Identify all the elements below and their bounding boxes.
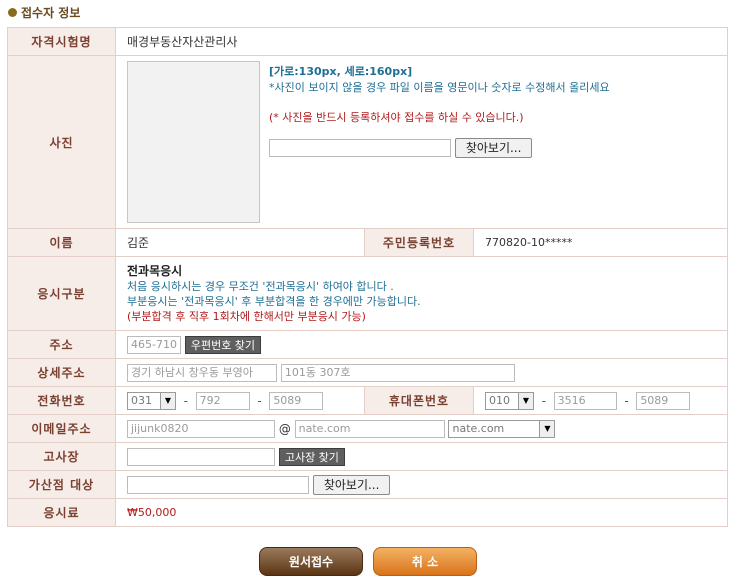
row-phone: 전화번호 031 ▼ - 792 - 5089 휴대폰번호 010 ▼ - 35… xyxy=(7,386,728,415)
phone-mid-input[interactable]: 792 xyxy=(195,391,250,410)
mobile-carrier-value: 010 xyxy=(489,394,510,407)
email-at-sign: @ xyxy=(278,421,291,436)
label-email: 이메일주소 xyxy=(7,414,116,443)
cancel-button[interactable]: 취 소 xyxy=(373,547,477,576)
mobile-cell: 010 ▼ - 3516 - 5089 xyxy=(473,386,728,415)
email-cell: jijunk0820 @ nate.com nate.com ▼ xyxy=(115,414,728,443)
zip-search-button[interactable]: 우편번호 찾기 xyxy=(184,335,262,354)
label-rrn: 주민등록번호 xyxy=(364,228,474,257)
photo-browse-button[interactable]: 찾아보기... xyxy=(454,138,533,158)
row-exam-site: 고사장 고사장 찾기 xyxy=(7,442,728,471)
dash: - xyxy=(183,393,188,408)
phone-area-value: 031 xyxy=(131,394,152,407)
email-domain-select[interactable]: nate.com ▼ xyxy=(448,419,556,438)
address-cell: 465-710 우편번호 찾기 xyxy=(115,330,728,359)
photo-file-picker: 찾아보기... xyxy=(269,138,610,158)
photo-file-input[interactable] xyxy=(269,139,451,157)
dash: - xyxy=(624,393,629,408)
exam-type-value: 전과목응시 xyxy=(127,263,183,278)
photo-preview xyxy=(127,61,260,223)
row-email: 이메일주소 jijunk0820 @ nate.com nate.com ▼ xyxy=(7,414,728,443)
photo-info: [가로:130px, 세로:160px] *사진이 보이지 않을 경우 파일 이… xyxy=(269,64,610,158)
row-bonus: 가산점 대상 찾아보기... xyxy=(7,470,728,499)
label-exam-site: 고사장 xyxy=(7,442,116,471)
exam-type-line2: 부분응시는 '전과목응시' 후 부분합격을 한 경우에만 가능합니다. xyxy=(127,294,421,308)
photo-size-hint: [가로:130px, 세로:160px] xyxy=(269,65,413,78)
exam-site-search-button[interactable]: 고사장 찾기 xyxy=(278,447,345,466)
email-id-input[interactable]: jijunk0820 xyxy=(127,419,275,438)
phone-area-select[interactable]: 031 ▼ xyxy=(127,391,176,410)
label-name: 이름 xyxy=(7,228,116,257)
label-photo: 사진 xyxy=(7,55,116,229)
exam-type-cell: 전과목응시 처음 응시하시는 경우 무조건 '전과목응시' 하여야 합니다 . … xyxy=(115,256,728,331)
photo-note: *사진이 보이지 않을 경우 파일 이름을 영문이나 숫자로 수정해서 올리세요 xyxy=(269,81,610,94)
phone-cell: 031 ▼ - 792 - 5089 xyxy=(115,386,365,415)
label-exam-type: 응시구분 xyxy=(7,256,116,331)
label-address: 주소 xyxy=(7,330,116,359)
mobile-carrier-select[interactable]: 010 ▼ xyxy=(485,391,534,410)
email-domain-input[interactable]: nate.com xyxy=(294,419,445,438)
mobile-last-input[interactable]: 5089 xyxy=(636,391,691,410)
chevron-down-icon: ▼ xyxy=(160,392,175,409)
phone-last-input[interactable]: 5089 xyxy=(269,391,324,410)
section-title: 접수자 정보 xyxy=(8,4,80,21)
row-exam-type: 응시구분 전과목응시 처음 응시하시는 경우 무조건 '전과목응시' 하여야 합… xyxy=(7,256,728,331)
name-value: 김준 xyxy=(115,228,365,257)
bonus-file-input[interactable] xyxy=(127,475,309,494)
detail-address-cell: 경기 하남시 창우동 부영아 101동 307호 xyxy=(115,358,728,387)
address-line2-input[interactable]: 101동 307호 xyxy=(280,363,515,382)
rrn-value: 770820-10***** xyxy=(473,228,728,257)
mobile-mid-input[interactable]: 3516 xyxy=(553,391,617,410)
section-title-text: 접수자 정보 xyxy=(21,6,81,20)
dash: - xyxy=(257,393,262,408)
zip-input[interactable]: 465-710 xyxy=(127,335,181,354)
exam-type-line1: 처음 응시하시는 경우 무조건 '전과목응시' 하여야 합니다 . xyxy=(127,279,394,293)
row-detail-address: 상세주소 경기 하남시 창우동 부영아 101동 307호 xyxy=(7,358,728,387)
submit-application-button[interactable]: 원서접수 xyxy=(259,547,363,576)
address-line1-input[interactable]: 경기 하남시 창우동 부영아 xyxy=(127,363,277,382)
label-phone: 전화번호 xyxy=(7,386,116,415)
label-bonus: 가산점 대상 xyxy=(7,470,116,499)
row-exam-name: 자격시험명 매경부동산자산관리사 xyxy=(7,27,728,56)
label-detail-address: 상세주소 xyxy=(7,358,116,387)
fee-value: ₩50,000 xyxy=(115,498,728,527)
exam-name-value: 매경부동산자산관리사 xyxy=(115,27,728,56)
row-name: 이름 김준 주민등록번호 770820-10***** xyxy=(7,228,728,257)
row-address: 주소 465-710 우편번호 찾기 xyxy=(7,330,728,359)
label-fee: 응시료 xyxy=(7,498,116,527)
email-domain-select-value: nate.com xyxy=(452,422,505,435)
photo-required-note: (* 사진을 반드시 등록하셔야 접수를 하실 수 있습니다.) xyxy=(269,111,524,124)
chevron-down-icon: ▼ xyxy=(539,420,555,437)
bonus-cell: 찾아보기... xyxy=(115,470,728,499)
bonus-browse-button[interactable]: 찾아보기... xyxy=(312,474,391,495)
exam-site-cell: 고사장 찾기 xyxy=(115,442,728,471)
dash: - xyxy=(541,393,546,408)
applicant-form-table: 자격시험명 매경부동산자산관리사 사진 [가로:130px, 세로:160px]… xyxy=(7,27,728,527)
exam-type-line3: (부분합격 후 직후 1회차에 한해서만 부분응시 가능) xyxy=(127,309,366,323)
photo-cell: [가로:130px, 세로:160px] *사진이 보이지 않을 경우 파일 이… xyxy=(115,55,728,229)
label-mobile: 휴대폰번호 xyxy=(364,386,474,415)
row-fee: 응시료 ₩50,000 xyxy=(7,498,728,527)
exam-site-input[interactable] xyxy=(127,447,275,466)
label-exam-name: 자격시험명 xyxy=(7,27,116,56)
chevron-down-icon: ▼ xyxy=(518,392,533,409)
bullet-icon xyxy=(8,8,17,17)
row-photo: 사진 [가로:130px, 세로:160px] *사진이 보이지 않을 경우 파… xyxy=(7,55,728,229)
